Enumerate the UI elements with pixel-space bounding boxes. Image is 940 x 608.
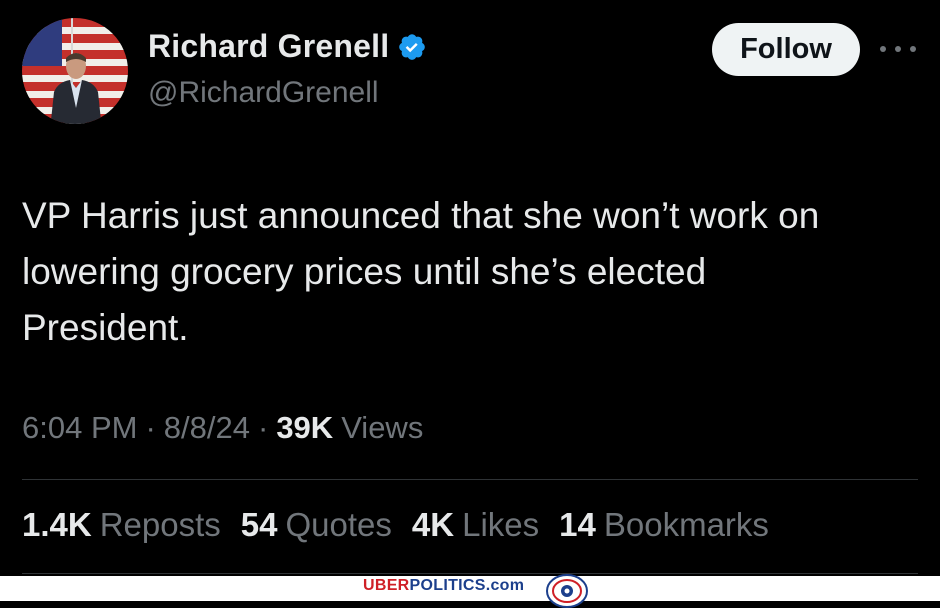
display-name[interactable]: Richard Grenell xyxy=(148,28,389,65)
reposts-label: Reposts xyxy=(99,506,221,543)
follow-button[interactable]: Follow xyxy=(712,23,860,76)
divider xyxy=(22,573,918,574)
tweet-meta: 6:04 PM · 8/8/24 · 39K Views xyxy=(22,410,423,446)
author-name-row: Richard Grenell xyxy=(148,28,427,65)
more-dot xyxy=(880,46,886,52)
verified-badge-icon xyxy=(399,33,426,60)
watermark-text: UBERPOLITICS.com xyxy=(363,577,524,595)
engagement-stats: 1.4K Reposts 54 Quotes 4K Likes 14 Bookm… xyxy=(22,506,769,544)
watermark-politics: POLITICS xyxy=(409,577,486,594)
views-count: 39K xyxy=(276,410,334,445)
bookmarks-stat[interactable]: 14 Bookmarks xyxy=(559,506,769,544)
bookmarks-count: 14 xyxy=(559,506,596,543)
watermark-seal-icon xyxy=(546,574,588,608)
likes-label: Likes xyxy=(462,506,540,543)
views-label: Views xyxy=(341,410,424,445)
likes-count: 4K xyxy=(411,506,455,543)
watermark-uber: UBER xyxy=(363,577,410,594)
person-silhouette xyxy=(50,53,102,124)
tweet-text-line: President. xyxy=(22,307,189,348)
quotes-count: 54 xyxy=(240,506,278,543)
divider xyxy=(22,479,918,480)
more-dot xyxy=(895,46,901,52)
more-dot xyxy=(910,46,916,52)
likes-stat[interactable]: 4K Likes xyxy=(412,506,539,544)
author-handle[interactable]: @RichardGrenell xyxy=(148,76,379,110)
meta-separator: · xyxy=(145,410,156,445)
tweet-card: Richard Grenell @RichardGrenell Follow V… xyxy=(0,0,940,576)
more-options-icon[interactable] xyxy=(880,34,916,64)
tweet-text-line: lowering grocery prices until she’s elec… xyxy=(22,251,707,292)
tweet-date[interactable]: 8/8/24 xyxy=(164,410,250,446)
quotes-label: Quotes xyxy=(285,506,392,543)
avatar[interactable] xyxy=(22,18,128,124)
reposts-stat[interactable]: 1.4K Reposts xyxy=(22,506,221,544)
watermark-domain: .com xyxy=(485,577,525,594)
tweet-time[interactable]: 6:04 PM xyxy=(22,410,137,446)
tweet-text-line: VP Harris just announced that she won’t … xyxy=(22,195,820,236)
meta-separator: · xyxy=(257,410,269,445)
reposts-count: 1.4K xyxy=(22,506,92,543)
bookmarks-label: Bookmarks xyxy=(603,506,769,543)
tweet-text: VP Harris just announced that she won’t … xyxy=(22,188,922,356)
quotes-stat[interactable]: 54 Quotes xyxy=(241,506,392,544)
